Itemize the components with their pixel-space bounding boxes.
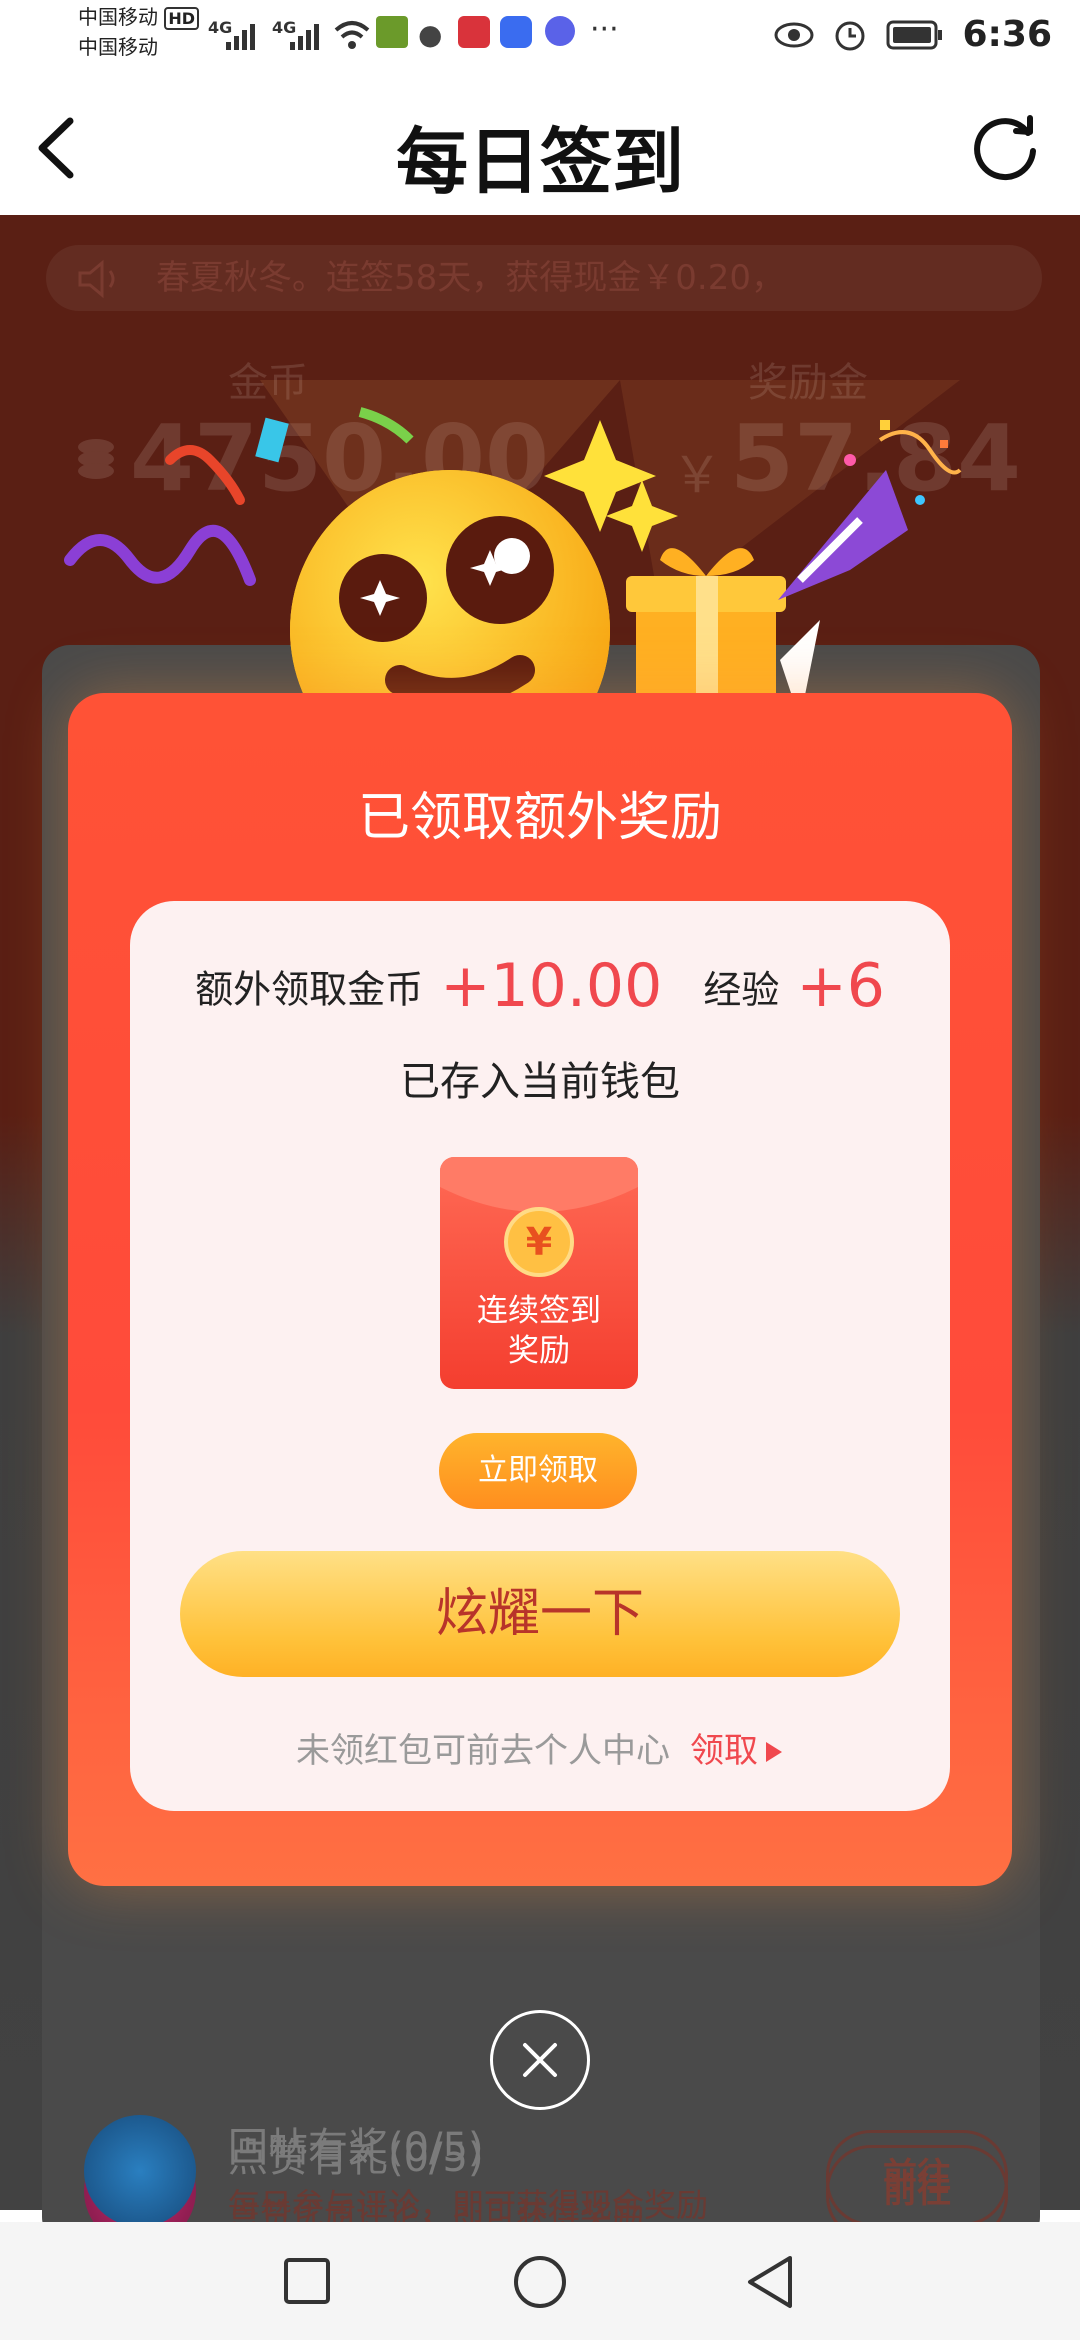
page-title: 每日签到 <box>395 120 684 204</box>
red-envelope[interactable]: ¥ 连续签到奖励 <box>440 1157 638 1389</box>
hd-badge: HD <box>164 7 200 30</box>
notice-text: 春夏秋冬。连签58天，获得现金￥0.20， <box>156 258 785 298</box>
music-icon <box>545 16 575 46</box>
app-notify-icon <box>376 16 408 48</box>
footer-text: 未领红包可前去个人中心 <box>296 1731 670 1771</box>
claim-link[interactable]: 领取 <box>690 1731 758 1771</box>
stored-text: 已存入当前钱包 <box>400 1059 680 1105</box>
wechat-icon: ● <box>418 18 443 51</box>
task-2-go-button[interactable]: 前往 <box>826 2130 1008 2226</box>
chat-icon <box>500 16 532 48</box>
celebration-illustration <box>64 380 962 720</box>
reader-icon <box>458 16 490 48</box>
reward-summary: 额外领取金币 +10.00 经验 +6 <box>130 951 950 1021</box>
close-button[interactable] <box>490 2010 590 2110</box>
task-2-subtitle: 每日参与评论，即可获得现金奖励 <box>228 2186 709 2224</box>
dialog-title: 已领取额外奖励 <box>357 788 722 848</box>
more-notifications: ··· <box>590 12 619 47</box>
nav-recent-icon[interactable] <box>282 2256 332 2306</box>
nav-back-icon[interactable] <box>744 2254 796 2310</box>
show-off-button[interactable]: 炫耀一下 <box>180 1551 900 1677</box>
eye-icon <box>774 22 814 47</box>
system-nav-bar <box>0 2222 1080 2340</box>
alarm-icon <box>835 21 865 50</box>
signal-bars-2-icon <box>290 24 319 50</box>
reward-card: 额外领取金币 +10.00 经验 +6 已存入当前钱包 ¥ 连续签到奖励 立即领… <box>130 901 950 1811</box>
yuan-coin-icon: ¥ <box>504 1207 574 1277</box>
reply-task-icon <box>84 2115 196 2227</box>
notice-bar: 春夏秋冬。连签58天，获得现金￥0.20， <box>46 245 1042 311</box>
signal-bars-icon <box>226 24 255 50</box>
wifi-icon <box>334 21 370 49</box>
carrier-2: 中国移动 <box>78 35 158 59</box>
coins-reward-label: 额外领取金币 <box>195 967 424 1012</box>
envelope-label: 连续签到奖励 <box>477 1293 601 1369</box>
close-icon <box>523 2043 557 2077</box>
clock: 6:36 <box>962 14 1052 55</box>
carrier-1: 中国移动 <box>78 5 158 29</box>
exp-reward-label: 经验 <box>703 967 780 1012</box>
speaker-icon <box>78 259 115 299</box>
status-bar: 中国移动 HD 中国移动 4G 4G ● ··· 6:36 <box>0 0 1080 75</box>
reward-dialog: 已领取额外奖励 额外领取金币 +10.00 经验 +6 已存入当前钱包 ¥ 连续… <box>68 693 1012 1886</box>
claim-now-button[interactable]: 立即领取 <box>439 1433 637 1509</box>
nav-home-icon[interactable] <box>512 2254 568 2310</box>
task-2-title: 回帖有奖(0/5) <box>228 2125 484 2171</box>
coins-reward-value: +10.00 <box>440 951 663 1021</box>
app-header: 每日签到 <box>0 75 1080 215</box>
play-arrow-icon <box>766 1742 782 1762</box>
battery-icon <box>886 20 943 49</box>
footer-hint: 未领红包可前去个人中心 领取 <box>130 1723 950 1772</box>
exp-reward-value: +6 <box>796 951 885 1021</box>
refresh-icon[interactable] <box>968 111 1042 185</box>
